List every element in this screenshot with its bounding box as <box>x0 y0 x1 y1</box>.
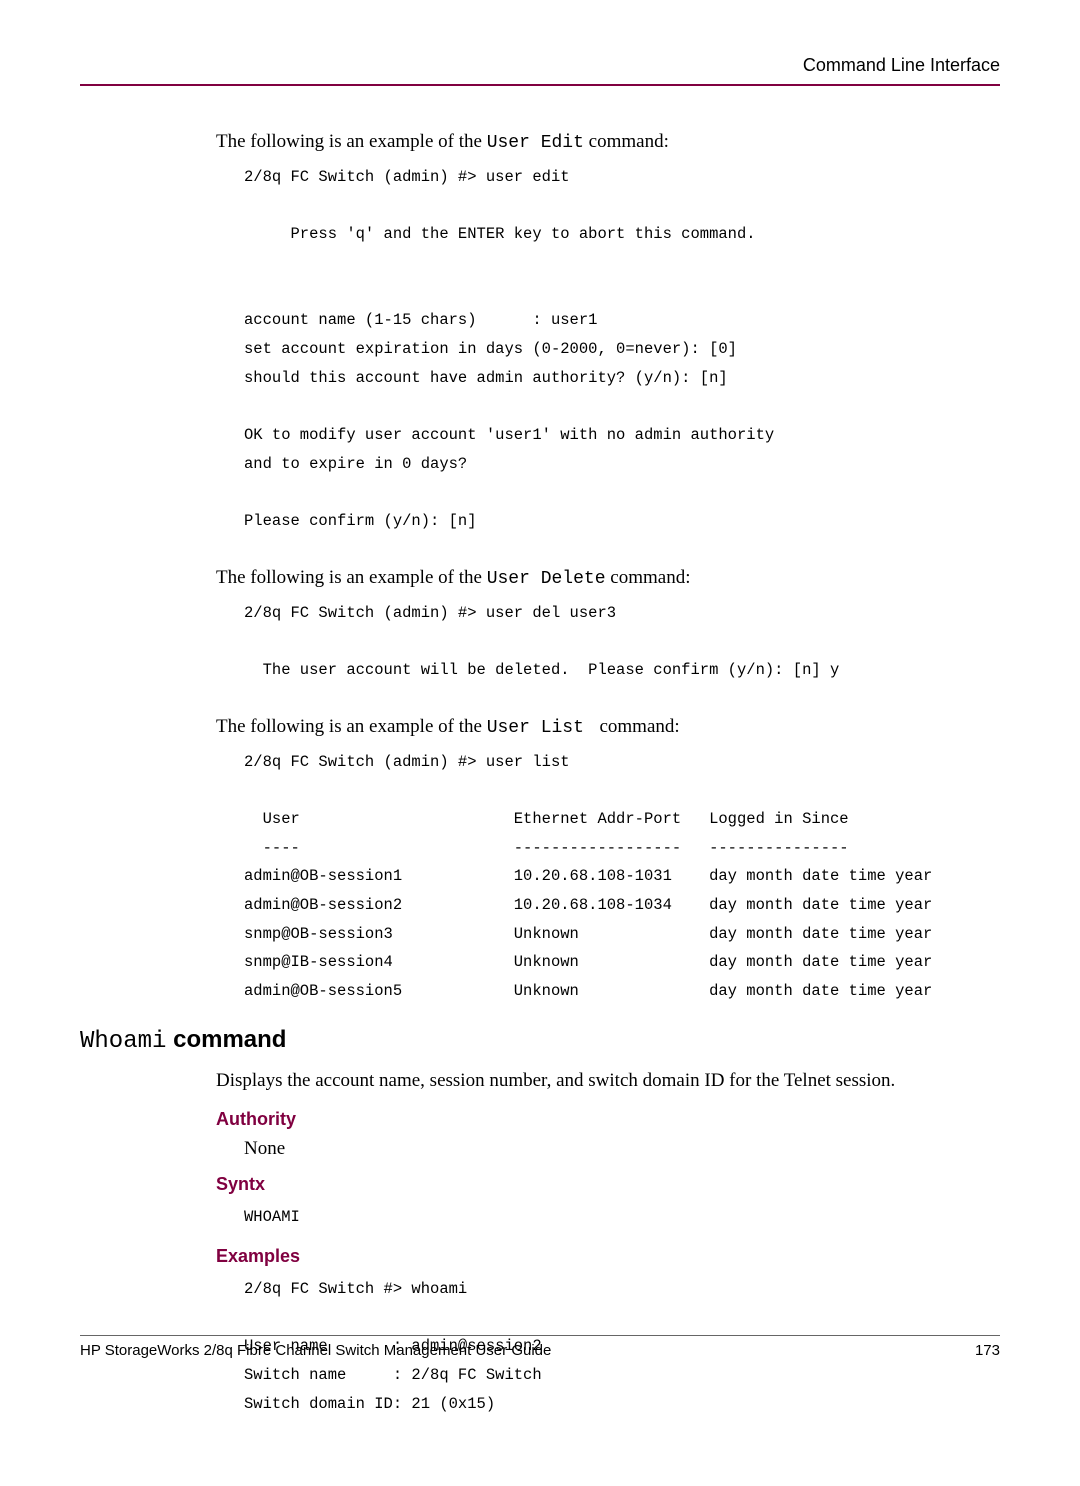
page-footer: HP StorageWorks 2/8q Fibre Channel Switc… <box>80 1335 1000 1359</box>
code-user-delete: 2/8q FC Switch (admin) #> user del user3… <box>244 599 1000 685</box>
whoami-description: Displays the account name, session numbe… <box>216 1067 1000 1096</box>
footer-rule <box>80 1335 1000 1336</box>
syntax-label: Syntx <box>216 1174 1000 1195</box>
footer-page-number: 173 <box>975 1342 1000 1359</box>
intro-suffix: command: <box>584 131 669 152</box>
code-user-edit: 2/8q FC Switch (admin) #> user edit Pres… <box>244 163 1000 536</box>
intro-prefix: The following is an example of the <box>216 716 487 737</box>
examples-label: Examples <box>216 1246 1000 1267</box>
footer-left: HP StorageWorks 2/8q Fibre Channel Switc… <box>80 1342 551 1359</box>
page-header: Command Line Interface <box>80 55 1000 84</box>
whoami-content: Displays the account name, session numbe… <box>216 1067 1000 1419</box>
intro-user-list: The following is an example of the User … <box>216 713 1000 742</box>
intro-suffix: command: <box>595 716 680 737</box>
authority-label: Authority <box>216 1109 1000 1130</box>
intro-suffix: command: <box>606 567 691 588</box>
intro-user-delete: The following is an example of the User … <box>216 564 1000 593</box>
heading-bold: command <box>166 1026 286 1053</box>
header-rule <box>80 84 1000 86</box>
intro-prefix: The following is an example of the <box>216 131 487 152</box>
main-content: The following is an example of the User … <box>216 128 1000 1006</box>
heading-cmd: Whoami <box>80 1028 166 1055</box>
intro-cmd: User Edit <box>487 133 584 153</box>
intro-prefix: The following is an example of the <box>216 567 487 588</box>
intro-cmd: User List <box>487 718 595 738</box>
header-title: Command Line Interface <box>803 55 1000 75</box>
authority-value: None <box>244 1138 1000 1160</box>
syntax-value: WHOAMI <box>244 1203 1000 1232</box>
whoami-heading: Whoami command <box>80 1026 1000 1055</box>
code-user-list: 2/8q FC Switch (admin) #> user list User… <box>244 748 1000 1006</box>
intro-user-edit: The following is an example of the User … <box>216 128 1000 157</box>
intro-cmd: User Delete <box>487 569 606 589</box>
